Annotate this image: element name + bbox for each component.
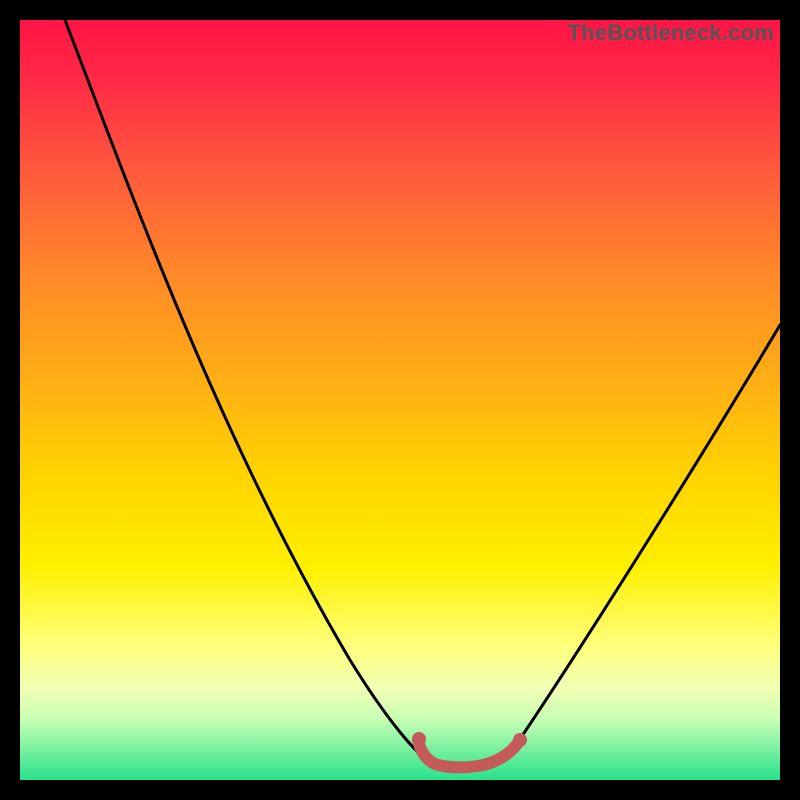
curve-overlay <box>20 20 780 780</box>
plot-area: TheBottleneck.com <box>20 20 780 780</box>
optimal-marker-dot-left <box>412 732 426 746</box>
chart-frame: TheBottleneck.com <box>0 0 800 800</box>
optimal-marker-dot-right <box>513 733 527 747</box>
bottleneck-curve-path <box>65 20 780 765</box>
optimal-marker-path <box>418 740 520 767</box>
